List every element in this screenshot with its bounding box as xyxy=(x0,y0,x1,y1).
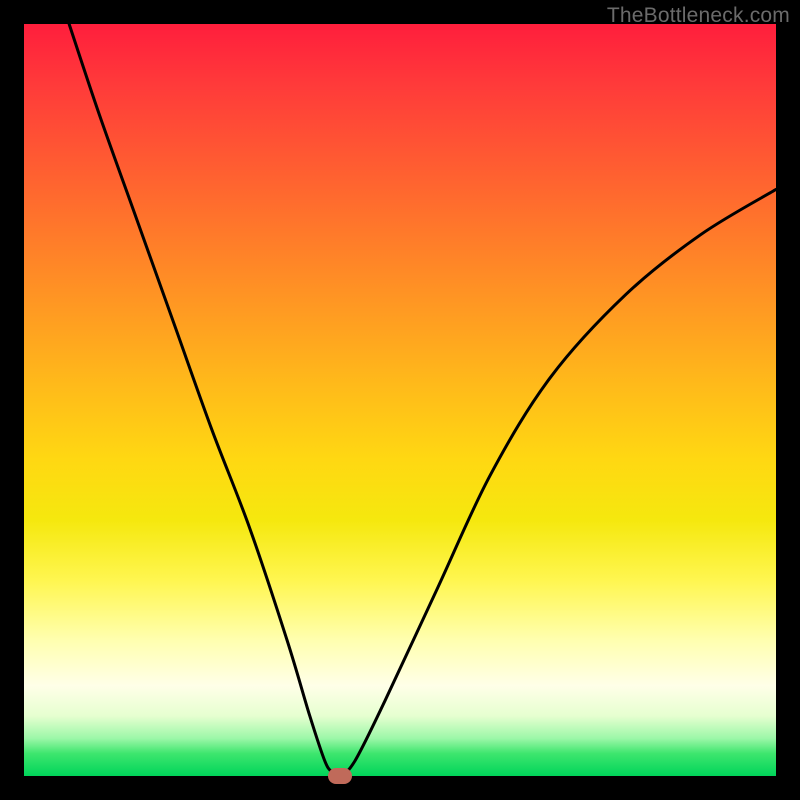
chart-plot-area xyxy=(24,24,776,776)
optimal-point-marker xyxy=(328,768,352,784)
watermark-text: TheBottleneck.com xyxy=(607,4,790,28)
bottleneck-curve xyxy=(24,24,776,776)
